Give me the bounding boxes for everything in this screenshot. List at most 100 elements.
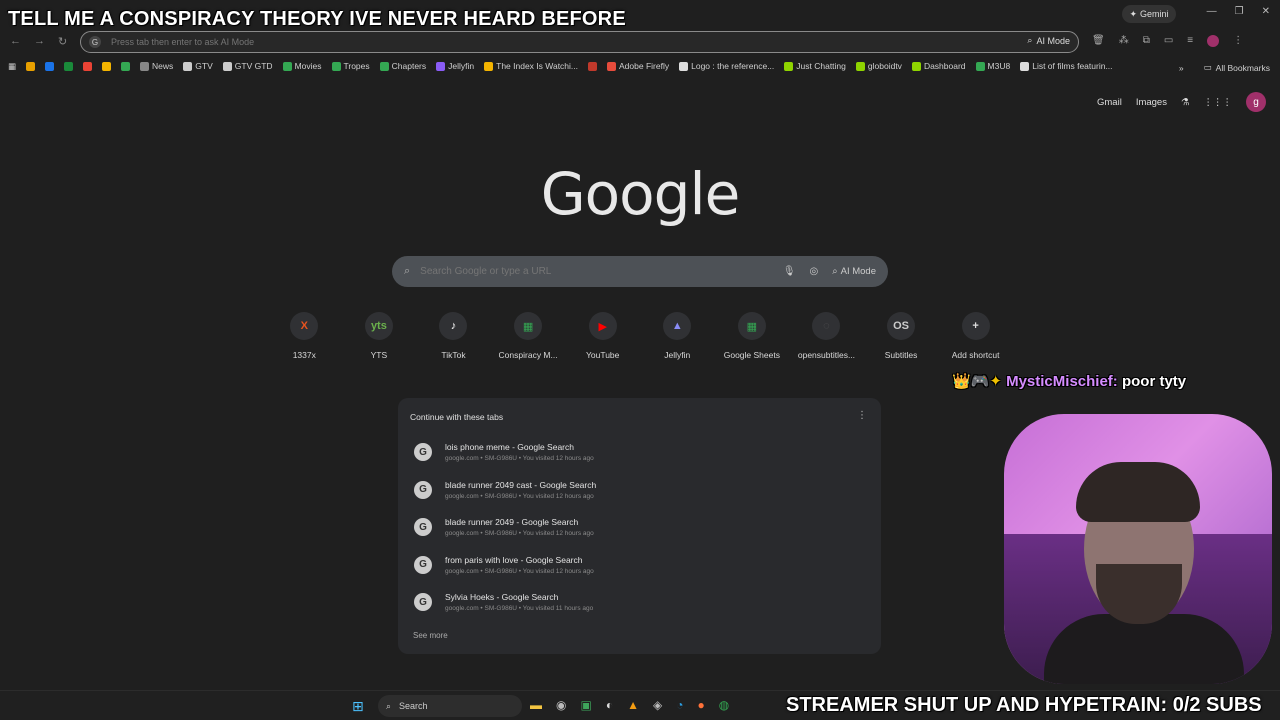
google-search-bar[interactable]: ⌕ 🎙 ◎ ⌕ AI Mode	[392, 256, 888, 287]
continue-tab-row[interactable]: Gblade runner 2049 cast - Google Search g…	[414, 480, 596, 500]
shortcut-tile[interactable]: ◌ opensubtitles...	[789, 312, 864, 360]
file-explorer-icon[interactable]: ▬	[530, 698, 542, 712]
shortcut-label: Subtitles	[884, 350, 918, 360]
shortcut-tile[interactable]: yts YTS	[342, 312, 417, 360]
apps-grid-icon[interactable]: ⋮⋮⋮	[1204, 97, 1233, 108]
vlc-icon[interactable]: ▲	[627, 698, 639, 712]
bookmark-item[interactable]	[45, 61, 55, 71]
toolbar-icons: 🗑 ⁂ ⧉ ▭ ≡ ⋮	[1092, 35, 1243, 47]
forward-icon[interactable]: →	[34, 35, 45, 47]
shortcut-tile[interactable]: ▶ YouTube	[565, 312, 640, 360]
apps-icon[interactable]: ▦	[8, 61, 16, 72]
shortcut-tile[interactable]: OS Subtitles	[864, 312, 939, 360]
obs-icon[interactable]: ◉	[556, 698, 566, 712]
continue-tab-subtitle: google.com • SM-G986U • You visited 12 h…	[445, 530, 594, 537]
shortcut-tile[interactable]: X 1337x	[267, 312, 342, 360]
media-icon[interactable]: ≡	[1187, 35, 1193, 47]
shortcut-label: opensubtitles...	[797, 350, 856, 360]
bookmark-label: GTV	[195, 61, 213, 71]
profile-avatar-icon[interactable]	[1207, 35, 1220, 47]
bookmark-item[interactable]	[588, 61, 598, 71]
app-icon[interactable]: ◈	[653, 698, 662, 712]
bookmark-item[interactable]	[102, 61, 112, 71]
shortcut-favicon-icon: ▦	[737, 312, 766, 340]
bookmark-favicon-icon	[379, 61, 389, 71]
shortcut-tile[interactable]: ▦ Conspiracy M...	[491, 312, 566, 360]
bookmark-item[interactable]: The Index Is Watchi...	[484, 61, 578, 71]
shortcut-tile[interactable]: + Add shortcut	[938, 312, 1013, 360]
shortcut-tile[interactable]: ▦ Google Sheets	[715, 312, 790, 360]
audio-icon[interactable]: ⁂	[1119, 35, 1129, 47]
continue-tab-row[interactable]: G Sylvia Hoeks - Google Search google.com …	[414, 592, 593, 612]
ai-mode-button[interactable]: ⌕ AI Mode	[832, 266, 876, 277]
extensions-icon[interactable]: ⧉	[1143, 35, 1150, 47]
ai-mode-label: AI Mode	[1036, 35, 1070, 46]
gmail-link[interactable]: Gmail	[1097, 97, 1122, 108]
bookmark-item[interactable]: Tropes	[331, 61, 370, 71]
continue-tab-row[interactable]: Glois phone meme - Google Search google.c…	[414, 442, 594, 462]
account-avatar[interactable]: g	[1246, 92, 1266, 112]
bookmark-item[interactable]: M3U8	[975, 61, 1010, 71]
bookmark-favicon-icon	[102, 61, 112, 71]
see-more-link[interactable]: See more	[413, 631, 448, 640]
continue-tab-title: lois phone meme - Google Search	[445, 442, 574, 452]
gemini-button[interactable]: ✦ Gemini	[1122, 5, 1176, 23]
all-bookmarks-button[interactable]: » ▭ All Bookmarks	[1179, 62, 1270, 73]
bookmark-item[interactable]: globoidtv	[855, 61, 902, 71]
firefox-icon[interactable]: ●	[697, 698, 704, 712]
bookmark-favicon-icon	[911, 61, 921, 71]
bookmark-item[interactable]: News	[140, 61, 173, 71]
continue-tabs-card: Continue with these tabs ⋮ See more Gloi…	[398, 398, 881, 654]
microphone-icon[interactable]: 🎙	[783, 266, 796, 277]
cast-icon[interactable]: ▭	[1164, 35, 1173, 47]
bookmark-item[interactable]	[83, 61, 93, 71]
search-input[interactable]	[420, 266, 783, 277]
labs-flask-icon[interactable]: ⚗	[1181, 97, 1190, 108]
search-sparkle-icon: ⌕	[1027, 35, 1033, 45]
omnibox[interactable]: G ⌕ AI Mode	[80, 31, 1079, 53]
bookmark-item[interactable]: Dashboard	[911, 61, 966, 71]
search-sparkle-icon: ⌕	[832, 266, 838, 277]
taskbar-search[interactable]: ⌕ Search	[378, 695, 522, 717]
restore-icon[interactable]: ❐	[1235, 6, 1244, 17]
edge-icon[interactable]: ◔	[676, 698, 683, 712]
images-link[interactable]: Images	[1136, 97, 1167, 108]
bookmark-item[interactable]: GTV GTD	[222, 61, 273, 71]
back-icon[interactable]: ←	[10, 35, 21, 47]
shortcut-favicon-icon: ▦	[514, 312, 543, 340]
bookmark-item[interactable]: Chapters	[379, 61, 426, 71]
bookmark-item[interactable]	[26, 61, 36, 71]
trash-icon[interactable]: 🗑	[1092, 35, 1105, 47]
bookmark-item[interactable]	[121, 61, 131, 71]
bookmark-favicon-icon	[83, 61, 93, 71]
close-icon[interactable]: ✕	[1262, 6, 1270, 17]
continue-tab-subtitle: google.com • SM-G986U • You visited 12 h…	[445, 492, 594, 500]
shortcut-tile[interactable]: ▲ Jellyfin	[640, 312, 715, 360]
more-vert-icon[interactable]: ⋮	[857, 410, 867, 421]
screen: ✦ Gemini — ❐ ✕ TELL ME A CONSPIRACY THEO…	[0, 0, 1280, 720]
shortcut-tile[interactable]: ♪ TikTok	[416, 312, 491, 360]
continue-tab-row[interactable]: Gblade runner 2049 - Google Search google…	[414, 517, 594, 537]
bookmark-item[interactable]: Adobe Firefly	[607, 61, 669, 71]
google-favicon-icon: G	[414, 443, 432, 461]
bookmark-item[interactable]: Jellyfin	[436, 61, 474, 71]
bookmark-item[interactable]: Logo : the reference...	[679, 61, 774, 71]
menu-icon[interactable]: ⋮	[1233, 35, 1243, 47]
bookmark-item[interactable]	[64, 61, 74, 71]
lens-camera-icon[interactable]: ◎	[810, 266, 819, 277]
terminal-icon[interactable]: ▣	[580, 698, 591, 712]
app-icon[interactable]: ◐	[606, 698, 613, 712]
bookmark-item[interactable]: GTV	[183, 61, 213, 71]
bookmark-item[interactable]: List of films featurin...	[1020, 61, 1113, 71]
bookmarks-bar: ▦ News GTV GTV GTD Movies Tropes Chapters Jell…	[0, 58, 1280, 74]
google-g-icon: G	[89, 36, 101, 48]
bookmark-item[interactable]: Just Chatting	[784, 61, 846, 71]
chrome-icon[interactable]: ◍	[719, 698, 729, 712]
minimize-icon[interactable]: —	[1207, 6, 1217, 17]
windows-start-icon[interactable]: ⊞	[352, 698, 364, 715]
reload-icon[interactable]: ↻	[58, 35, 67, 48]
bookmark-item[interactable]: Movies	[282, 61, 322, 71]
omnibox-input[interactable]	[111, 37, 991, 47]
continue-tab-row[interactable]: Gfrom paris with love - Google Search goo…	[414, 555, 594, 575]
omnibox-ai-mode-button[interactable]: ⌕ AI Mode	[1027, 35, 1070, 46]
